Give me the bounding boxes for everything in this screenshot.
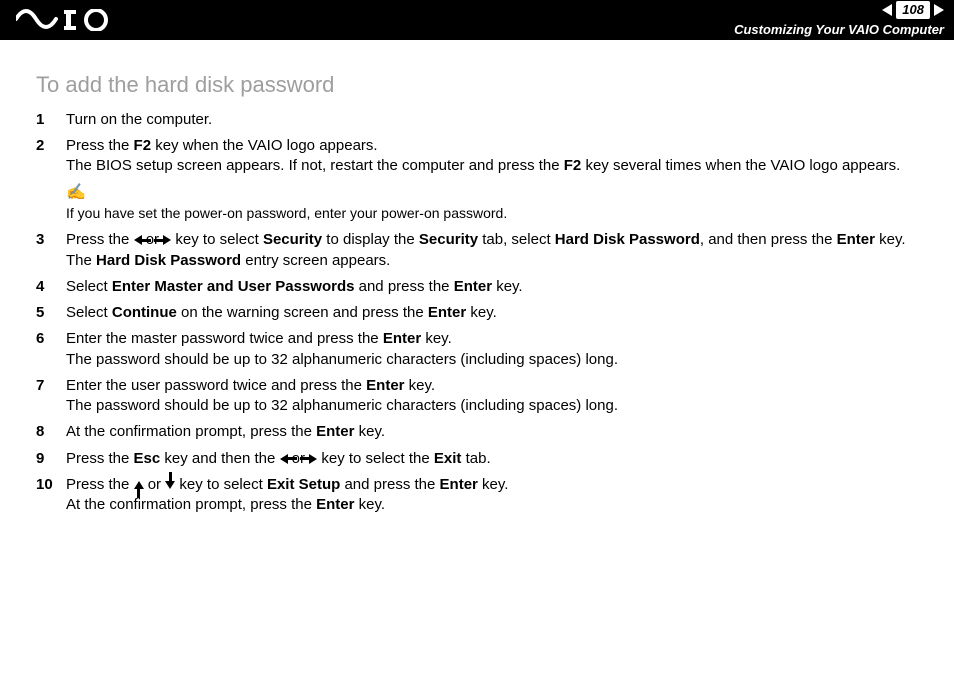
step-body: Enter the user password twice and press … (66, 376, 928, 417)
step-body: Select Continue on the warning screen an… (66, 303, 928, 323)
step-body: Press the Esc key and then the or key to… (66, 449, 928, 469)
step-item: 1 Turn on the computer. (36, 110, 928, 130)
header-bar: 108 Customizing Your VAIO Computer (0, 0, 954, 40)
vaio-logo (16, 9, 126, 31)
step-number: 1 (36, 110, 56, 130)
step-number: 6 (36, 329, 56, 370)
arrow-right-icon (309, 454, 317, 464)
next-page-icon[interactable] (934, 4, 944, 16)
section-title: Customizing Your VAIO Computer (734, 21, 944, 39)
step-item: 10Press the or key to select Exit Setup … (36, 475, 928, 516)
step-number: 7 (36, 376, 56, 417)
step-body: Turn on the computer. (66, 110, 928, 130)
step-body: Press the or key to select Security to d… (66, 230, 928, 271)
step-body: Select Enter Master and User Passwords a… (66, 277, 928, 297)
page-heading: To add the hard disk password (36, 70, 928, 100)
step-number: 5 (36, 303, 56, 323)
page-number: 108 (896, 1, 930, 19)
step-number: 10 (36, 475, 56, 516)
arrow-down-icon (165, 481, 175, 489)
page-navigation: 108 Customizing Your VAIO Computer (734, 1, 944, 38)
arrow-left-icon (280, 454, 288, 464)
page-content: To add the hard disk password 1 Turn on t… (0, 40, 954, 515)
step-body: Press the F2 key when the VAIO logo appe… (66, 136, 928, 177)
note-icon: ✍ (66, 182, 928, 204)
step-body: At the confirmation prompt, press the En… (66, 422, 928, 442)
step-item: 2Press the F2 key when the VAIO logo app… (36, 136, 928, 177)
step-number: 4 (36, 277, 56, 297)
step-number: 3 (36, 230, 56, 271)
arrow-up-icon (134, 481, 144, 489)
arrow-right-icon (163, 235, 171, 245)
note-text: If you have set the power-on password, e… (66, 205, 507, 221)
step-item: 5 Select Continue on the warning screen a… (36, 303, 928, 323)
step-item: 7Enter the user password twice and press… (36, 376, 928, 417)
prev-page-icon[interactable] (882, 4, 892, 16)
note: ✍If you have set the power-on password, … (66, 182, 928, 224)
step-number: 9 (36, 449, 56, 469)
step-body: Enter the master password twice and pres… (66, 329, 928, 370)
step-item: 4 Select Enter Master and User Passwords … (36, 277, 928, 297)
step-item: 8 At the confirmation prompt, press the E… (36, 422, 928, 442)
step-number: 8 (36, 422, 56, 442)
step-item: 3Press the or key to select Security to … (36, 230, 928, 271)
arrow-left-icon (134, 235, 142, 245)
step-number: 2 (36, 136, 56, 177)
step-item: 6Enter the master password twice and pre… (36, 329, 928, 370)
step-item: 9 Press the Esc key and then the or key t… (36, 449, 928, 469)
step-list: 1 Turn on the computer. 2Press the F2 key … (36, 110, 928, 516)
step-body: Press the or key to select Exit Setup an… (66, 475, 928, 516)
